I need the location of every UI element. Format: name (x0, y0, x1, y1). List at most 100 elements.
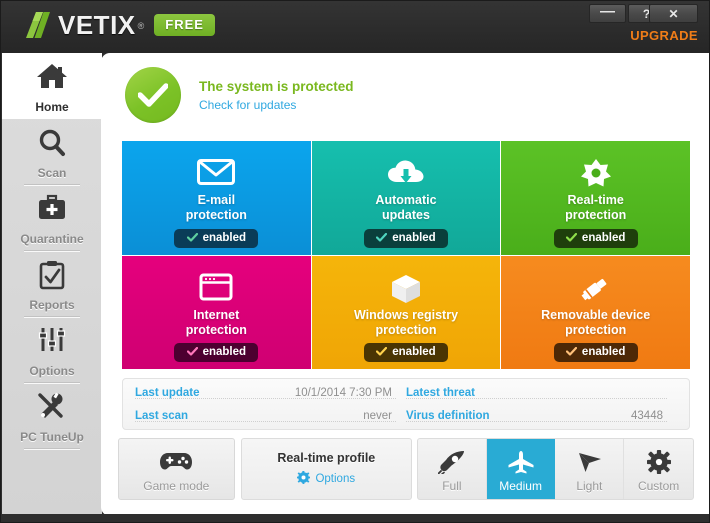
profile-level-label: Full (442, 479, 462, 493)
close-button[interactable]: ✕ (649, 4, 698, 23)
profile-level-light[interactable]: Light (555, 439, 625, 499)
profile-level-label: Medium (499, 479, 542, 493)
system-status-header: The system is protected Check for update… (125, 67, 354, 123)
usb-drive-icon (501, 273, 690, 307)
protection-tiles-grid: E-mail protection enabled Automatic upda… (122, 141, 690, 369)
check-icon (186, 344, 198, 363)
tile-status-badge: enabled (553, 228, 638, 249)
main-content-panel: The system is protected Check for update… (101, 53, 709, 516)
tile-title: Internet protection (185, 307, 247, 337)
tile-title: Windows registry protection (353, 307, 459, 337)
profile-options-link[interactable]: Options (297, 471, 355, 487)
profile-level-medium[interactable]: Medium (486, 439, 556, 499)
sidebar-label-options: Options (29, 364, 75, 378)
shield-star-icon (501, 158, 690, 192)
tile-removable-device-protection[interactable]: Removable device protection enabled (501, 255, 690, 369)
info-value: 10/1/2014 7:30 PM (294, 386, 392, 399)
game-mode-label: Game mode (143, 479, 210, 493)
check-icon (376, 230, 388, 249)
sidebar-navigation: Home Scan Quarantine Reports Options PC … (2, 53, 102, 516)
info-row-latest-threat: Latest threat (406, 381, 677, 404)
tile-title: E-mail protection (185, 193, 247, 222)
profile-level-full[interactable]: Full (418, 439, 487, 499)
sliders-icon (2, 317, 102, 364)
sidebar-label-home: Home (35, 100, 69, 114)
airplane-icon (487, 439, 555, 476)
tile-windows-registry-protection[interactable]: Windows registry protection enabled (311, 255, 501, 369)
info-row-virus-definition: Virus definition 43448 (406, 404, 677, 427)
sidebar-label-scan: Scan (37, 166, 67, 180)
tile-status-badge: enabled (174, 228, 259, 249)
clipboard-check-icon (2, 251, 102, 298)
cloud-download-icon (312, 158, 501, 192)
briefcase-icon (2, 185, 102, 232)
gear-icon (624, 439, 693, 476)
sidebar-divider (24, 448, 80, 449)
window-base-frame (1, 514, 709, 522)
info-label: Last scan (135, 409, 189, 422)
realtime-profile-box: Real-time profile Options (240, 438, 412, 500)
profile-title: Real-time profile (277, 451, 376, 465)
check-for-updates-link[interactable]: Check for updates (199, 98, 354, 112)
sidebar-label-pc-tuneup: PC TuneUp (20, 430, 84, 444)
check-icon (565, 344, 578, 363)
info-row-last-scan: Last scan never (135, 404, 406, 427)
bottom-toolbar: Game mode Real-time profile Options Full… (118, 438, 694, 500)
tile-status-badge: enabled (174, 343, 259, 363)
profile-level-custom[interactable]: Custom (624, 439, 693, 499)
registered-mark: ® (137, 20, 145, 31)
tile-automatic-updates[interactable]: Automatic updates enabled (311, 141, 501, 255)
info-value: never (363, 409, 392, 422)
tools-icon (2, 383, 102, 430)
tile-email-protection[interactable]: E-mail protection enabled (122, 141, 311, 255)
realtime-profile-levels: Full Medium Light Custom (416, 438, 694, 500)
avetix-logo-icon (23, 10, 57, 40)
sidebar-item-options[interactable]: Options (2, 317, 102, 383)
sidebar-item-scan[interactable]: Scan (2, 119, 102, 185)
info-label: Virus definition (406, 409, 490, 422)
cursor-icon (555, 439, 623, 476)
cube-icon (312, 273, 501, 307)
home-icon (2, 53, 102, 100)
title-bar: VETIX ® FREE — ? ✕ UPGRADE (1, 1, 709, 53)
check-circle-icon (125, 67, 181, 123)
sidebar-label-quarantine: Quarantine (20, 232, 84, 246)
profile-level-label: Custom (637, 479, 680, 493)
info-label: Latest threat (406, 386, 476, 399)
profile-options-label: Options (315, 473, 356, 485)
tile-status-badge: enabled (363, 228, 448, 249)
tile-title: Automatic updates (375, 193, 437, 222)
app-logo: VETIX ® FREE (23, 10, 215, 40)
tile-realtime-protection[interactable]: Real-time protection enabled (501, 141, 690, 255)
tile-title: Real-time protection (565, 193, 627, 222)
gamepad-icon (119, 439, 234, 476)
tile-internet-protection[interactable]: Internet protection enabled (122, 255, 311, 369)
magnifier-icon (2, 119, 102, 166)
tile-status-badge: enabled (553, 343, 638, 363)
game-mode-button[interactable]: Game mode (118, 438, 235, 500)
check-icon (565, 230, 578, 249)
sidebar-item-reports[interactable]: Reports (2, 251, 102, 317)
upgrade-link[interactable]: UPGRADE (630, 28, 698, 43)
info-row-last-update: Last update 10/1/2014 7:30 PM (135, 381, 406, 404)
info-value: 43448 (631, 409, 663, 422)
minimize-button[interactable]: — (589, 3, 626, 23)
status-info-strip: Last update 10/1/2014 7:30 PM Latest thr… (122, 378, 690, 430)
status-title: The system is protected (199, 78, 354, 94)
profile-level-label: Light (576, 479, 603, 493)
info-label: Last update (135, 386, 200, 399)
application-window: VETIX ® FREE — ? ✕ UPGRADE Home Scan Qua… (0, 0, 710, 523)
envelope-icon (122, 158, 311, 192)
sidebar-item-pc-tuneup[interactable]: PC TuneUp (2, 383, 102, 449)
minimize-icon: — (600, 3, 615, 20)
check-icon (186, 230, 198, 249)
edition-badge: FREE (154, 14, 215, 36)
gear-icon (297, 471, 311, 487)
rocket-icon (418, 439, 486, 476)
brand-name: VETIX (58, 10, 136, 40)
sidebar-label-reports: Reports (29, 298, 75, 312)
browser-window-icon (122, 273, 311, 307)
sidebar-item-quarantine[interactable]: Quarantine (2, 185, 102, 251)
sidebar-item-home[interactable]: Home (2, 53, 102, 119)
check-icon (376, 344, 388, 363)
